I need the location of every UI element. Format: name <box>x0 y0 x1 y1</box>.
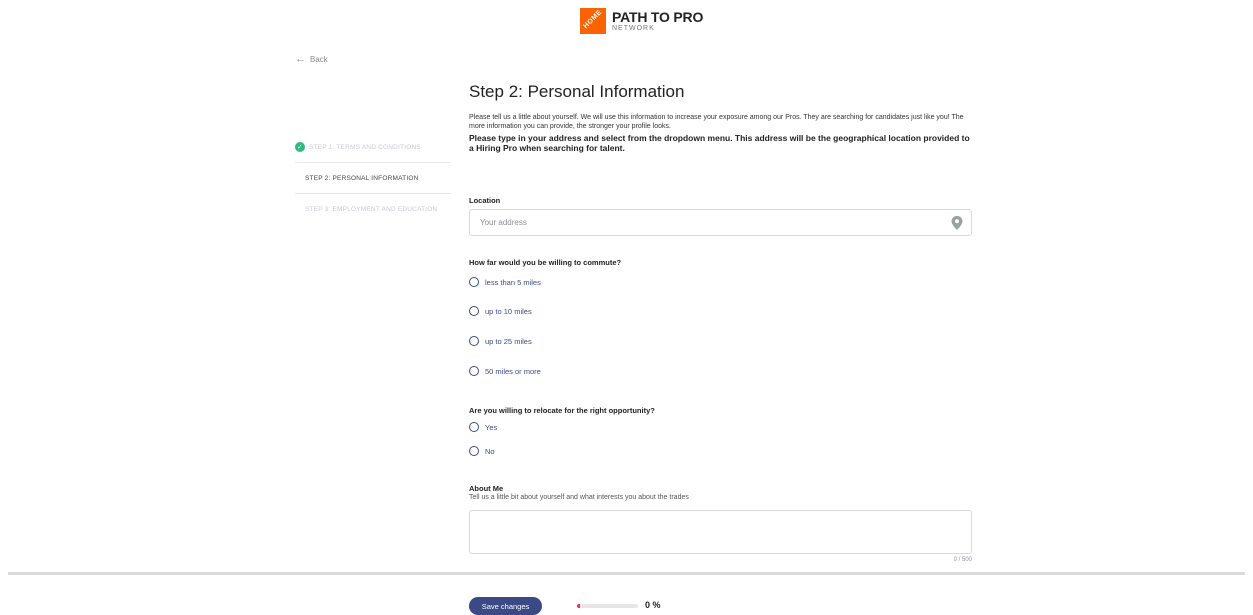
page-title: Step 2: Personal Information <box>469 82 685 101</box>
character-counter: 0 / 500 <box>953 557 972 563</box>
radio-circle-icon <box>469 422 479 432</box>
commute-question: How far would you be willing to commute? <box>469 258 622 267</box>
commute-option-up-to-25[interactable]: up to 25 miles <box>469 336 532 346</box>
about-me-textarea[interactable] <box>469 510 972 554</box>
back-label: Back <box>310 54 328 64</box>
progress-percent: 0 % <box>645 600 661 610</box>
radio-circle-icon <box>469 306 479 316</box>
radio-label: 50 miles or more <box>485 366 541 376</box>
arrow-left-icon: ← <box>295 53 306 65</box>
home-depot-logo-icon: HOME <box>580 8 606 34</box>
step-employment-education[interactable]: STEP 3: EMPLOYMENT AND EDUCATION <box>295 194 451 224</box>
relocate-question: Are you willing to relocate for the righ… <box>469 406 655 415</box>
radio-label: up to 25 miles <box>485 336 532 346</box>
map-pin-icon <box>951 215 963 230</box>
radio-circle-icon <box>469 277 479 287</box>
step-list: ✓ STEP 1: TERMS AND CONDITIONS STEP 2: P… <box>295 132 451 224</box>
brand-logo[interactable]: HOME PATH TO PRO NETWORK <box>580 8 703 34</box>
save-changes-button[interactable]: Save changes <box>469 597 542 615</box>
radio-label: less than 5 miles <box>485 277 541 287</box>
intro-text: Please tell us a little about yourself. … <box>469 114 964 130</box>
footer-divider <box>8 572 1245 575</box>
radio-label: up to 10 miles <box>485 306 532 316</box>
progress-fill <box>577 604 581 608</box>
checkmark-icon: ✓ <box>295 142 305 152</box>
location-field[interactable] <box>469 209 972 236</box>
step-personal-information[interactable]: STEP 2: PERSONAL INFORMATION <box>295 163 451 194</box>
radio-circle-icon <box>469 446 479 456</box>
commute-option-less-than-5[interactable]: less than 5 miles <box>469 277 541 287</box>
commute-option-up-to-10[interactable]: up to 10 miles <box>469 306 532 316</box>
location-label: Location <box>469 196 501 205</box>
step-terms[interactable]: ✓ STEP 1: TERMS AND CONDITIONS <box>295 132 451 163</box>
about-me-hint: Tell us a little bit about yourself and … <box>469 494 689 501</box>
step-label: STEP 3: EMPLOYMENT AND EDUCATION <box>305 205 438 213</box>
relocate-option-no[interactable]: No <box>469 446 495 456</box>
relocate-option-yes[interactable]: Yes <box>469 422 497 432</box>
address-instructions: Please type in your address and select f… <box>469 133 970 153</box>
radio-circle-icon <box>469 336 479 346</box>
progress-bar <box>577 604 638 608</box>
commute-option-50-or-more[interactable]: 50 miles or more <box>469 366 541 376</box>
header: HOME PATH TO PRO NETWORK <box>0 8 1253 40</box>
main-content: Step 2: Personal Information Please tell… <box>469 82 973 153</box>
radio-label: No <box>485 446 495 456</box>
brand-subtitle: NETWORK <box>612 25 655 32</box>
radio-circle-icon <box>469 366 479 376</box>
location-input[interactable] <box>478 217 951 228</box>
radio-label: Yes <box>485 422 498 432</box>
back-link[interactable]: ← Back <box>295 53 328 65</box>
about-me-label: About Me <box>469 484 504 493</box>
brand-text: PATH TO PRO NETWORK <box>612 10 703 32</box>
step-label: STEP 1: TERMS AND CONDITIONS <box>309 143 421 151</box>
step-label: STEP 2: PERSONAL INFORMATION <box>305 174 419 182</box>
brand-title: PATH TO PRO <box>612 9 704 25</box>
